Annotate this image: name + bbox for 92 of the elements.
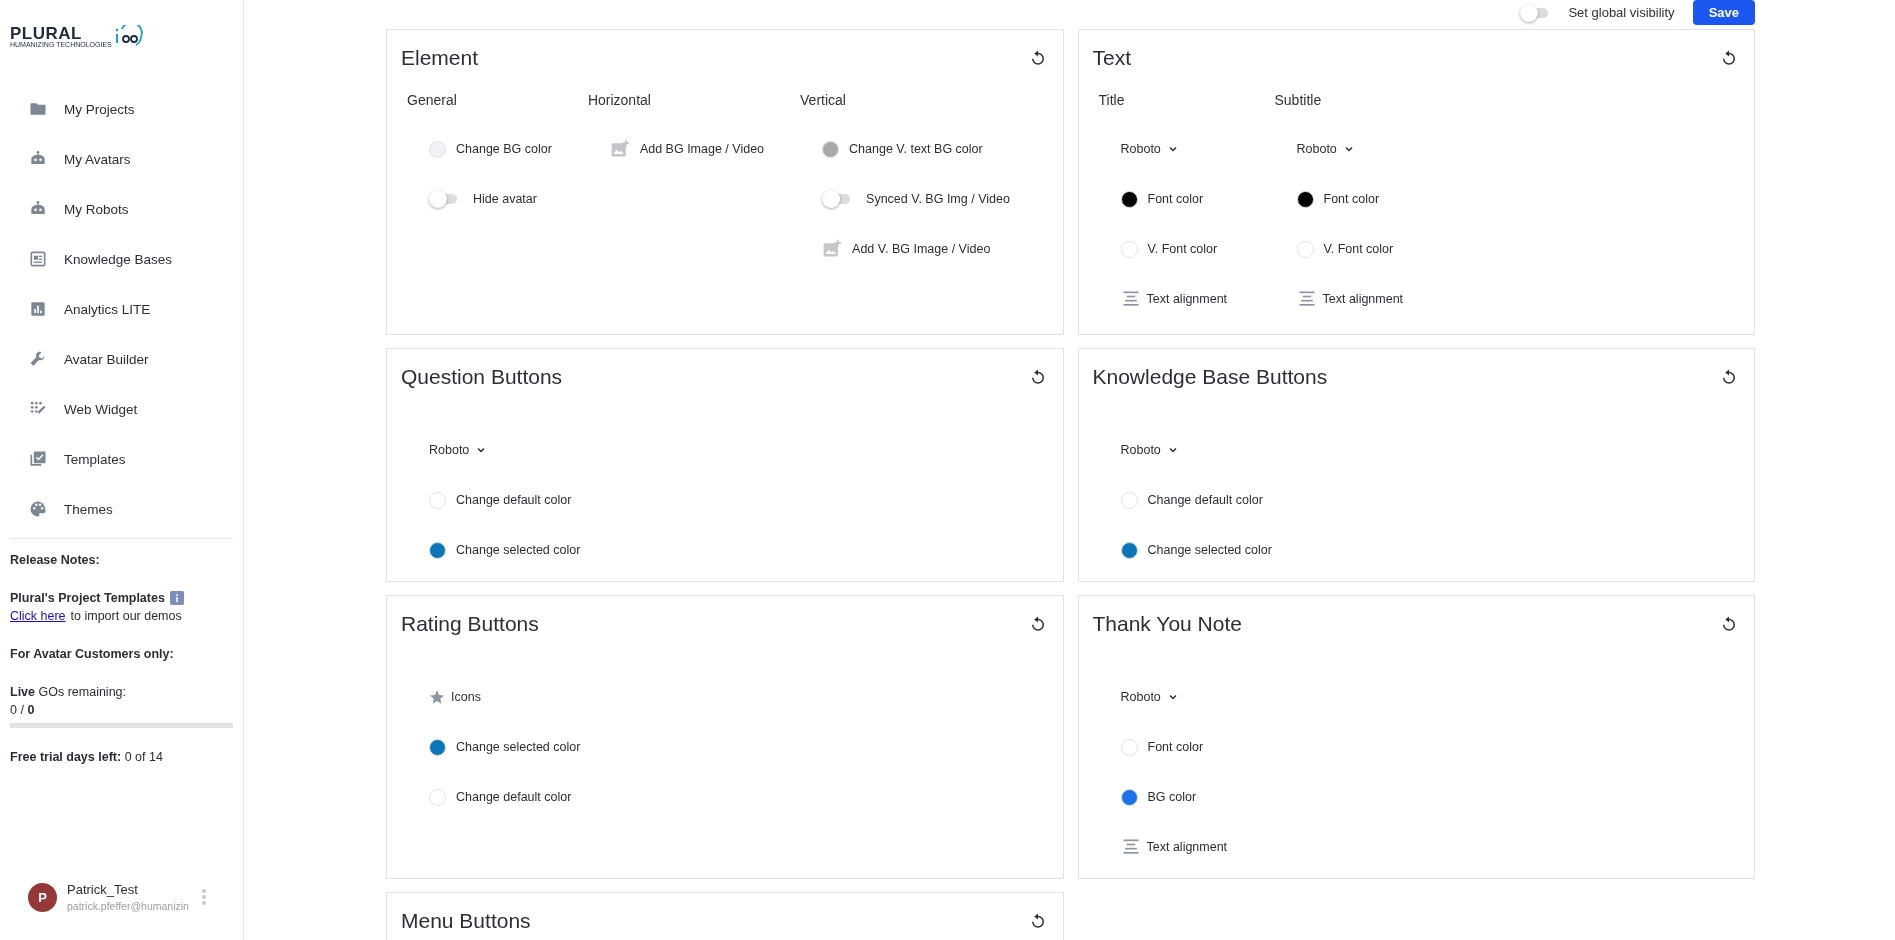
toggle-switch[interactable]	[1520, 3, 1549, 22]
color-swatch[interactable]	[1296, 240, 1314, 258]
sidebar-item[interactable]: Web Widget	[10, 384, 233, 434]
import-demos-text: to import our demos	[70, 608, 182, 625]
color-swatch[interactable]	[429, 788, 446, 806]
info-icon[interactable]	[169, 591, 184, 605]
option-label: Text alignment	[1146, 840, 1228, 854]
add-image-icon[interactable]	[822, 239, 843, 259]
option-label: Change default color	[1147, 493, 1263, 507]
templates-title: Plural's Project Templates	[10, 590, 165, 607]
gos-remaining-value: 0 / 0	[10, 702, 36, 719]
option-label: Change V. text BG color	[849, 142, 983, 156]
option-label: Text alignment	[1322, 292, 1404, 306]
color-swatch[interactable]	[1120, 190, 1138, 208]
color-swatch[interactable]	[1120, 240, 1138, 258]
more-vertical-icon[interactable]	[200, 888, 207, 906]
font-dropdown[interactable]: Roboto	[1120, 443, 1179, 457]
sidebar-item[interactable]: Templates	[10, 434, 233, 484]
option-label: Font color	[1323, 192, 1380, 206]
column-heading: General	[407, 91, 458, 110]
trial-days-text: Free trial days left: 0 of 14	[10, 750, 164, 764]
option-label: Synced V. BG Img / Video	[866, 192, 1010, 206]
option-label: Font color	[1147, 740, 1204, 754]
logo-mark-icon	[113, 25, 144, 47]
option-label: V. Font color	[1323, 242, 1394, 256]
color-swatch[interactable]	[1120, 541, 1138, 559]
color-swatch[interactable]	[1120, 738, 1138, 756]
palette-icon	[28, 499, 48, 519]
article-icon	[28, 249, 48, 269]
option-label: Icons	[451, 690, 481, 704]
sidebar-item[interactable]: My Robots	[10, 184, 233, 234]
option-label: Change selected color	[456, 740, 581, 754]
sidebar-item[interactable]: Analytics LITE	[10, 284, 233, 334]
bar-chart-icon	[28, 299, 48, 319]
card-title: Text	[1092, 46, 1131, 70]
font-dropdown[interactable]: Roboto	[1120, 690, 1179, 704]
option-label: Change BG color	[456, 142, 552, 156]
toggle-switch[interactable]	[429, 190, 457, 208]
card-title: Element	[401, 46, 479, 70]
sidebar-item[interactable]: Knowledge Bases	[10, 234, 233, 284]
option-label: Change selected color	[1147, 543, 1272, 557]
sidebar-item[interactable]: Avatar Builder	[10, 334, 233, 384]
color-swatch[interactable]	[429, 140, 446, 158]
card-title: Thank You Note	[1092, 612, 1242, 636]
save-button[interactable]: Save	[1692, 0, 1755, 25]
toggle-switch[interactable]	[822, 190, 851, 208]
gos-remaining-label: Live GOs remaining:	[10, 684, 128, 701]
column-heading: Title	[1098, 91, 1126, 110]
font-dropdown[interactable]: Roboto	[429, 443, 488, 457]
font-dropdown[interactable]: Roboto	[1120, 142, 1179, 156]
column-heading: Vertical	[800, 91, 847, 110]
option-label: Change default color	[456, 493, 572, 507]
column-heading: Horizontal	[587, 91, 652, 110]
color-swatch[interactable]	[1120, 491, 1138, 509]
option-label: Change selected color	[456, 543, 581, 557]
option-label: Text alignment	[1146, 292, 1228, 306]
user-name: Patrick_Test	[67, 882, 139, 897]
click-here-link[interactable]: Click here	[10, 607, 66, 625]
card-title: Knowledge Base Buttons	[1092, 365, 1328, 389]
card-title: Question Buttons	[401, 365, 563, 389]
sidebar-item[interactable]: My Projects	[10, 84, 233, 134]
sidebar-item[interactable]: My Avatars	[10, 134, 233, 184]
user-avatar[interactable]: P	[28, 882, 57, 912]
column-heading: Subtitle	[1274, 91, 1323, 110]
color-swatch[interactable]	[429, 491, 446, 509]
global-visibility-label: Set global visibility	[1568, 5, 1675, 20]
color-swatch[interactable]	[429, 541, 446, 559]
font-dropdown[interactable]: Roboto	[1296, 142, 1355, 156]
reset-icon[interactable]	[1720, 615, 1738, 633]
star-icon[interactable]	[429, 689, 445, 705]
user-email: patrick.pfeffer@humanizin	[67, 900, 189, 912]
option-label: Change default color	[456, 790, 572, 804]
card-title: Menu Buttons	[401, 909, 531, 933]
option-label: V. Font color	[1147, 242, 1218, 256]
option-label: Add BG Image / Video	[639, 142, 765, 156]
color-swatch[interactable]	[429, 738, 446, 756]
release-notes-heading: Release Notes:	[10, 553, 101, 567]
option-label: BG color	[1147, 790, 1197, 804]
reset-icon[interactable]	[1720, 49, 1738, 67]
sidebar-item[interactable]: Themes	[10, 484, 233, 534]
option-label: Add V. BG Image / Video	[852, 242, 991, 256]
color-swatch[interactable]	[822, 140, 840, 158]
option-label: Font color	[1147, 192, 1204, 206]
reset-icon[interactable]	[1720, 368, 1738, 386]
checked-stack-icon	[28, 449, 48, 469]
customers-heading: For Avatar Customers only:	[10, 647, 175, 661]
add-image-icon[interactable]	[609, 139, 630, 159]
logo-wordmark: PLURAL	[10, 25, 82, 42]
color-swatch[interactable]	[1120, 788, 1138, 806]
color-swatch[interactable]	[1296, 190, 1314, 208]
option-label: Hide avatar	[473, 192, 537, 206]
card-title: Rating Buttons	[401, 612, 539, 636]
